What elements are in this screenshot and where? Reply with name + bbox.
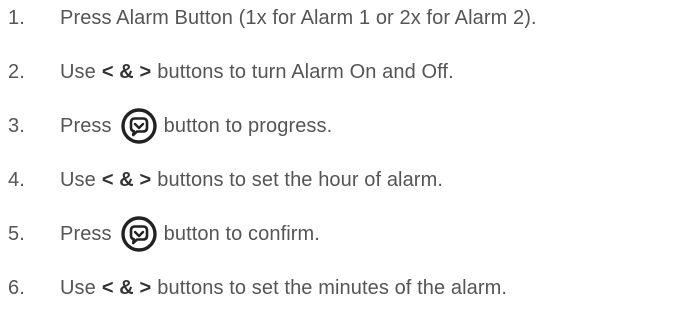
step-number: 2. [8,60,25,83]
step-text-post: button to progress. [163,114,333,137]
step-text: Use < & > buttons to turn Alarm On and O… [60,61,454,84]
arrow-keys-label: < & > [101,276,152,299]
step-text: Press Alarm Button (1x for Alarm 1 or 2x… [60,6,537,29]
step-text-pre: Use [60,276,96,299]
step-4: 4. Use < & > buttons to set the hour of … [0,162,443,198]
step-number: 6. [8,276,25,299]
step-1: 1. Press Alarm Button (1x for Alarm 1 or… [0,0,537,36]
step-5: 5. Press button to confirm. [0,216,320,252]
step-number: 1. [8,6,25,29]
step-text-post: button to confirm. [163,222,320,245]
step-text: Press button to progress. [60,107,332,145]
step-text-post: buttons to set the hour of alarm. [157,168,443,191]
step-number: 4. [8,168,25,191]
step-text: Use < & > buttons to set the minutes of … [60,277,507,300]
step-text-pre: Use [60,60,96,83]
arrow-keys-label: < & > [101,60,152,83]
alarm-instructions-list: 1. Press Alarm Button (1x for Alarm 1 or… [0,0,675,325]
step-text-pre: Use [60,168,96,191]
step-text-post: buttons to turn Alarm On and Off. [157,60,454,83]
arrow-keys-label: < & > [101,168,152,191]
confirm-button-icon [120,215,158,253]
step-text-pre: Press [60,222,112,245]
step-2: 2. Use < & > buttons to turn Alarm On an… [0,54,454,90]
step-text: Use < & > buttons to set the hour of ala… [60,169,443,192]
step-6: 6. Use < & > buttons to set the minutes … [0,270,507,306]
step-text: Press button to confirm. [60,215,320,253]
step-text-post: buttons to set the minutes of the alarm. [157,276,508,299]
step-number: 5. [8,222,25,245]
confirm-button-icon [120,107,158,145]
step-3: 3. Press button to progress. [0,108,332,144]
step-number: 3. [8,114,25,137]
step-text-pre: Press [60,114,112,137]
